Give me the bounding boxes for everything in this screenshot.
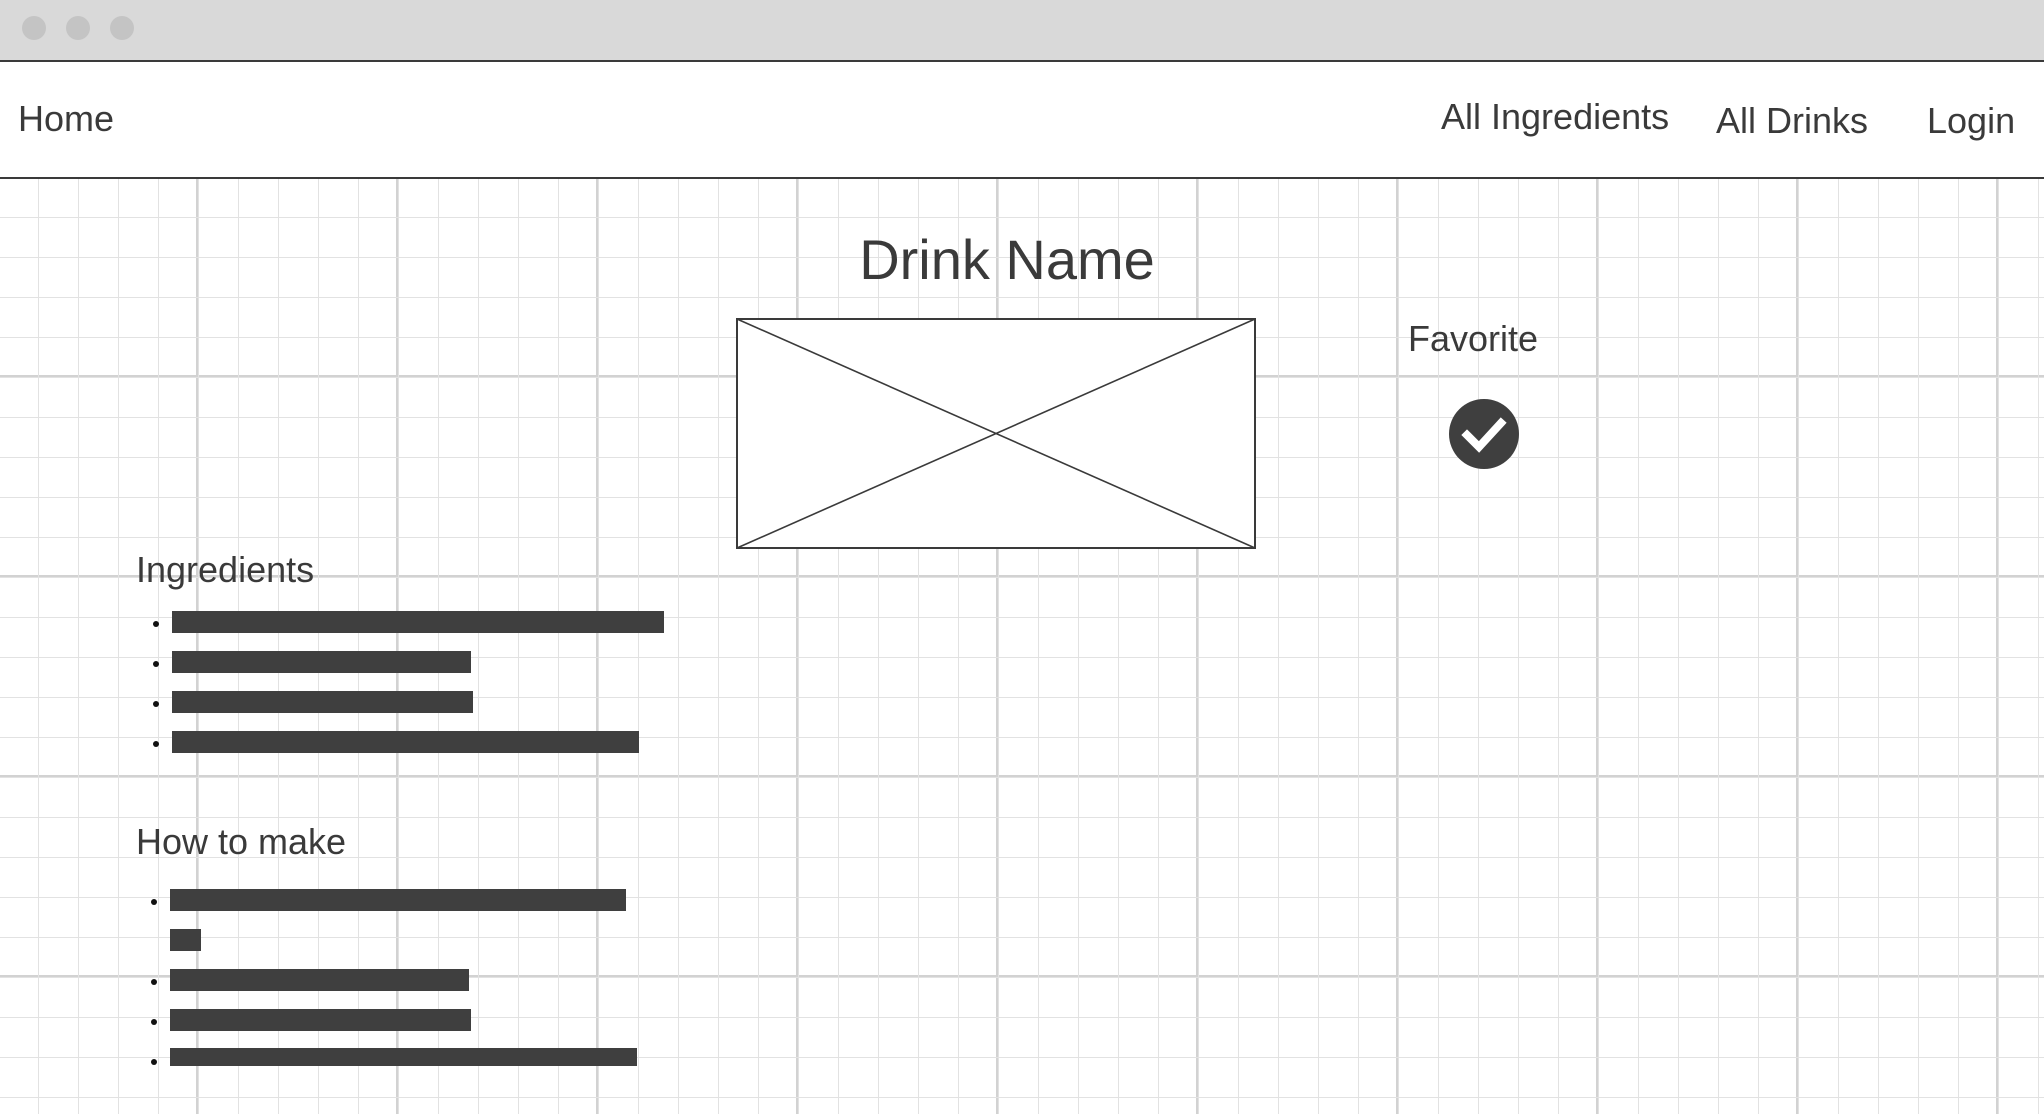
bullet [151,1059,157,1065]
browser-window: Home All Ingredients All Drinks Login Dr… [0,0,2044,1114]
nav-all-drinks-link[interactable]: All Drinks [1716,100,1868,142]
ingredient-placeholder-bar [172,731,639,753]
step-placeholder-bar [170,969,469,991]
step-placeholder-bar [170,1048,637,1066]
bullet [153,621,159,627]
bullet [151,979,157,985]
drink-image-placeholder [736,318,1256,549]
ingredient-placeholder-bar [172,651,471,673]
favorite-check-icon[interactable] [1449,399,1519,469]
bullet [151,1019,157,1025]
drink-detail-content: Drink Name Favorite Ingredients How to m… [0,179,2044,1114]
bullet [153,741,159,747]
bullet [153,701,159,707]
close-window-dot[interactable] [22,16,46,40]
bullet [151,899,157,905]
top-navbar: Home All Ingredients All Drinks Login [0,62,2044,179]
step-placeholder-bar [170,889,626,911]
step-placeholder-bar-wrap [170,929,201,951]
bullet [153,661,159,667]
minimize-window-dot[interactable] [66,16,90,40]
maximize-window-dot[interactable] [110,16,134,40]
ingredient-placeholder-bar [172,691,473,713]
drink-name-title: Drink Name [859,228,1155,291]
ingredient-placeholder-bar [172,611,664,633]
nav-home-link[interactable]: Home [18,98,114,140]
step-placeholder-bar [170,1009,471,1031]
nav-login-link[interactable]: Login [1927,100,2015,142]
how-to-make-heading: How to make [136,821,347,862]
ingredients-heading: Ingredients [136,549,315,590]
favorite-label: Favorite [1408,318,1539,359]
window-titlebar [0,0,2044,62]
nav-all-ingredients-link[interactable]: All Ingredients [1441,96,1669,138]
